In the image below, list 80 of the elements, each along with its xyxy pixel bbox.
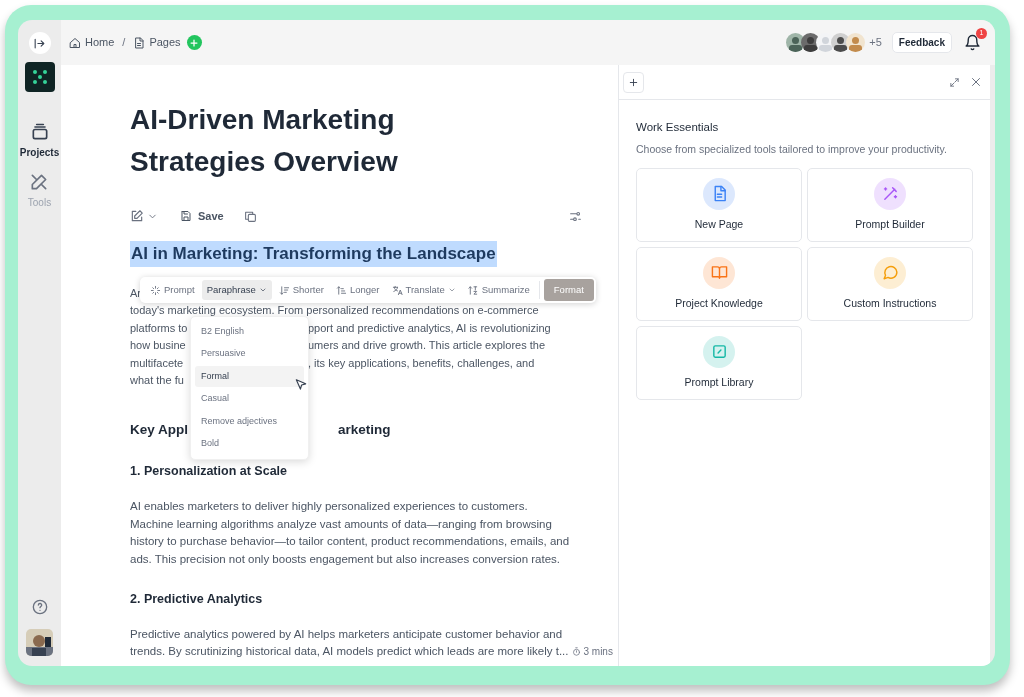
help-icon — [31, 599, 48, 615]
expand-icon — [949, 76, 960, 88]
chevron-down-icon — [447, 286, 456, 294]
heading-fragment: Key Appl — [130, 421, 188, 440]
expand-button[interactable] — [949, 76, 960, 88]
paragraph: AI enables marketers to deliver highly personalized experiences to customers. Machine learning algorithms analyze vast amounts of data—ranging from browsing history to purchase behavior—to tailor content, product recommendations, emails, and ads. This precision not only boosts engagement but also increases conversion rates. — [130, 499, 570, 567]
text-line: what the fu — [130, 373, 184, 389]
home-icon — [69, 36, 81, 49]
toolbar-button[interactable]: Longer — [330, 280, 385, 300]
close-icon — [970, 76, 982, 88]
sort-down-icon — [278, 284, 290, 296]
app-logo — [24, 62, 55, 92]
toolbar-button[interactable]: Prompt — [145, 280, 200, 300]
collaborator-count: +5 — [869, 35, 882, 51]
text-line: platforms to — [130, 320, 188, 336]
section-heading: AI in Marketing: Transforming the Landscape — [130, 240, 497, 267]
menu-item[interactable]: Persuasive — [195, 343, 304, 365]
tools-icon — [29, 172, 50, 192]
breadcrumb-link[interactable]: Home — [69, 34, 115, 51]
sort-letters-icon — [467, 284, 479, 296]
reading-time: 3 mins — [572, 643, 613, 659]
text-line: umers and drive growth. This article explores the — [308, 338, 545, 354]
menu-item[interactable]: Formal — [195, 366, 304, 387]
paragraph: Predictive analytics powered by AI helps marketers anticipate customer behavior and trends. By scrutinizing historical data, AI models predict which leads are more likely t... — [130, 626, 569, 660]
text-line: how busine — [130, 338, 186, 354]
document-icon — [133, 36, 146, 49]
breadcrumb-link[interactable]: Pages — [133, 34, 181, 51]
breadcrumb-separator: / — [122, 35, 126, 51]
magic-wand-icon — [881, 185, 899, 203]
chat-bubble-icon — [881, 264, 899, 282]
plus-icon — [628, 76, 639, 88]
book-icon — [710, 264, 728, 282]
new-tab-button[interactable] — [623, 71, 644, 93]
copy-button[interactable] — [243, 209, 257, 223]
collapse-icon — [33, 36, 46, 50]
save-button[interactable]: Save — [180, 208, 224, 225]
text-line: pport and predictive analytics, AI is revolutionizing — [308, 320, 551, 336]
tool-card[interactable]: Prompt Builder — [807, 168, 973, 242]
toolbar-button[interactable]: Translate — [386, 280, 461, 300]
tool-card[interactable]: Project Knowledge — [636, 247, 802, 321]
text-line: , its key applications, benefits, challenges, and — [308, 355, 535, 371]
toolbar-button[interactable]: Summarize — [462, 280, 535, 300]
feedback-button[interactable]: Feedback — [891, 32, 952, 53]
translate-icon — [391, 284, 403, 296]
plus-icon — [189, 37, 200, 48]
text-line: today's marketing ecosystem. From personalized recommendations on e-commerce — [130, 303, 539, 319]
sort-up-icon — [335, 284, 347, 296]
edit-icon — [710, 343, 728, 361]
tool-card[interactable]: Prompt Library — [636, 326, 802, 400]
timer-icon — [572, 646, 582, 656]
sparkle-icon — [150, 284, 161, 296]
sliders-icon — [569, 209, 582, 223]
toolbar-button[interactable]: Paraphrase — [201, 280, 272, 300]
chevron-down-icon — [258, 286, 267, 294]
pencil-icon — [130, 209, 144, 224]
text-line: multifacete — [130, 355, 184, 371]
copy-icon — [243, 209, 257, 223]
menu-item[interactable]: Remove adjectives — [195, 411, 304, 432]
notifications-button[interactable] — [964, 34, 981, 51]
text-line: Ar — [130, 285, 141, 301]
menu-item[interactable]: Casual — [195, 388, 304, 410]
save-icon — [180, 210, 192, 223]
toolbar-button[interactable]: Shorter — [273, 280, 329, 300]
panel-subtitle: Choose from specialized tools tailored to improve your productivity. — [636, 142, 948, 158]
edit-mode-button[interactable] — [130, 209, 158, 224]
sidebar-toggle-button[interactable] — [28, 32, 51, 54]
bell-icon — [964, 34, 981, 51]
settings-button[interactable] — [569, 209, 582, 223]
panel-title: Work Essentials — [636, 120, 720, 135]
tool-card[interactable]: New Page — [636, 168, 802, 242]
nav-item[interactable]: Projects — [19, 122, 60, 160]
subsection-heading: 2. Predictive Analytics — [130, 591, 264, 609]
tool-card[interactable]: Custom Instructions — [807, 247, 973, 321]
subsection-heading: 1. Personalization at Scale — [130, 463, 288, 481]
document-title: AI-Driven Marketing Strategies Overview — [130, 103, 399, 179]
menu-item[interactable]: Bold — [195, 433, 304, 455]
menu-item[interactable]: B2 English — [195, 321, 304, 342]
help-button[interactable] — [31, 599, 48, 615]
close-button[interactable] — [970, 76, 982, 88]
heading-fragment: arketing — [338, 421, 391, 440]
